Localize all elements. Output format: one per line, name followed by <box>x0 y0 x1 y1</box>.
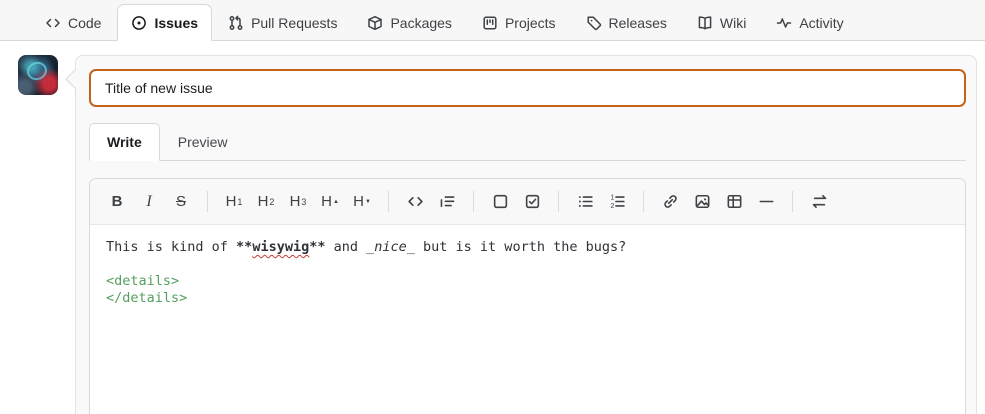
svg-text:1: 1 <box>610 194 614 201</box>
bold-markdown-close: ** <box>309 239 326 255</box>
tab-preview[interactable]: Preview <box>160 123 246 161</box>
editor-line: This is kind of **wisywig** and _nice_ b… <box>106 239 627 255</box>
strikethrough-button[interactable]: S <box>171 191 191 213</box>
tab-packages[interactable]: Packages <box>353 4 465 41</box>
toolbar-divider <box>388 191 389 212</box>
list-ordered-icon: 12 <box>610 194 625 210</box>
bold-markdown-open: ** <box>236 239 253 255</box>
table-icon <box>727 194 741 209</box>
repo-tab-bar: Code Issues Pull Requests Packages Proje… <box>0 0 985 41</box>
quote-icon <box>440 196 454 208</box>
table-button[interactable] <box>724 191 744 213</box>
html-tag-line: </details> <box>106 290 188 306</box>
toolbar-divider <box>792 191 793 212</box>
checkbox-checked-icon <box>525 194 539 209</box>
tab-wiki[interactable]: Wiki <box>683 4 760 41</box>
editor-tab-bar: Write Preview <box>89 123 966 161</box>
toolbar-divider <box>207 191 208 212</box>
new-issue-form: Write Preview B I S H1 H2 H3 H▲ H▼ <box>0 41 985 414</box>
tab-label: Issues <box>154 14 199 31</box>
markdown-editor: B I S H1 H2 H3 H ▲ H ▼ 1 2 This is kind … <box>89 178 966 414</box>
switch-editor-button[interactable] <box>809 191 829 213</box>
tab-write[interactable]: Write <box>89 123 160 161</box>
toolbar-divider <box>473 191 474 212</box>
project-board-icon <box>483 15 497 30</box>
italic-button[interactable]: I <box>139 191 159 213</box>
checkbox-empty-icon <box>493 194 507 209</box>
markdown-text-area[interactable]: This is kind of **wisywig** and _nice_ b… <box>90 225 965 414</box>
toolbar-divider <box>558 191 559 212</box>
heading-3-button[interactable]: H3 <box>288 191 308 213</box>
code-icon <box>407 196 423 207</box>
switch-arrows-icon <box>812 194 826 209</box>
ordered-list-button[interactable]: 12 <box>607 191 627 213</box>
svg-text:2: 2 <box>610 203 614 210</box>
tab-label: Projects <box>504 14 556 31</box>
tab-issues[interactable]: Issues <box>117 4 213 41</box>
checkbox-checked-button[interactable] <box>522 191 542 213</box>
horizontal-rule-button[interactable] <box>756 191 776 213</box>
image-button[interactable] <box>692 191 712 213</box>
heading-1-button[interactable]: H1 <box>224 191 244 213</box>
comment-form-bubble: Write Preview B I S H1 H2 H3 H▲ H▼ <box>65 55 977 414</box>
issue-opened-icon <box>132 15 147 30</box>
tab-activity[interactable]: Activity <box>762 4 857 41</box>
book-icon <box>698 15 712 30</box>
editor-blank-line <box>106 256 949 273</box>
tab-label: Pull Requests <box>251 14 338 31</box>
tab-pull-requests[interactable]: Pull Requests <box>214 4 351 41</box>
unordered-list-button[interactable] <box>575 191 595 213</box>
tab-label: Releases <box>608 14 667 31</box>
git-pull-request-icon <box>229 15 243 30</box>
tag-icon <box>586 15 601 30</box>
html-tag-line: <details> <box>106 273 180 289</box>
code-button[interactable] <box>405 191 425 213</box>
link-button[interactable] <box>660 191 680 213</box>
issue-title-input[interactable] <box>89 69 966 107</box>
bold-button[interactable]: B <box>107 191 127 213</box>
checkbox-empty-button[interactable] <box>490 191 510 213</box>
user-avatar <box>18 55 58 95</box>
tab-label: Code <box>68 14 102 31</box>
package-icon <box>368 15 383 30</box>
link-icon <box>663 195 677 208</box>
heading-decrease-button[interactable]: H ▼ <box>352 191 372 213</box>
toolbar-divider <box>643 191 644 212</box>
markdown-toolbar: B I S H1 H2 H3 H ▲ H ▼ 1 2 <box>90 179 965 225</box>
tab-label: Packages <box>390 14 452 31</box>
horizontal-rule-icon <box>759 200 773 203</box>
tab-code[interactable]: Code <box>31 4 115 41</box>
tab-label: Activity <box>799 14 844 31</box>
heading-2-button[interactable]: H2 <box>256 191 276 213</box>
image-icon <box>695 194 709 209</box>
list-unordered-icon <box>578 196 593 207</box>
code-icon <box>46 18 60 27</box>
italic-markdown: _nice_ <box>366 239 415 255</box>
tab-label: Wiki <box>719 14 747 31</box>
heading-increase-button[interactable]: H ▲ <box>320 191 340 213</box>
misspelled-word: wisywig <box>252 239 310 255</box>
tab-projects[interactable]: Projects <box>468 4 570 41</box>
tab-releases[interactable]: Releases <box>572 4 681 41</box>
pulse-icon <box>777 17 792 28</box>
blockquote-button[interactable] <box>437 191 457 213</box>
